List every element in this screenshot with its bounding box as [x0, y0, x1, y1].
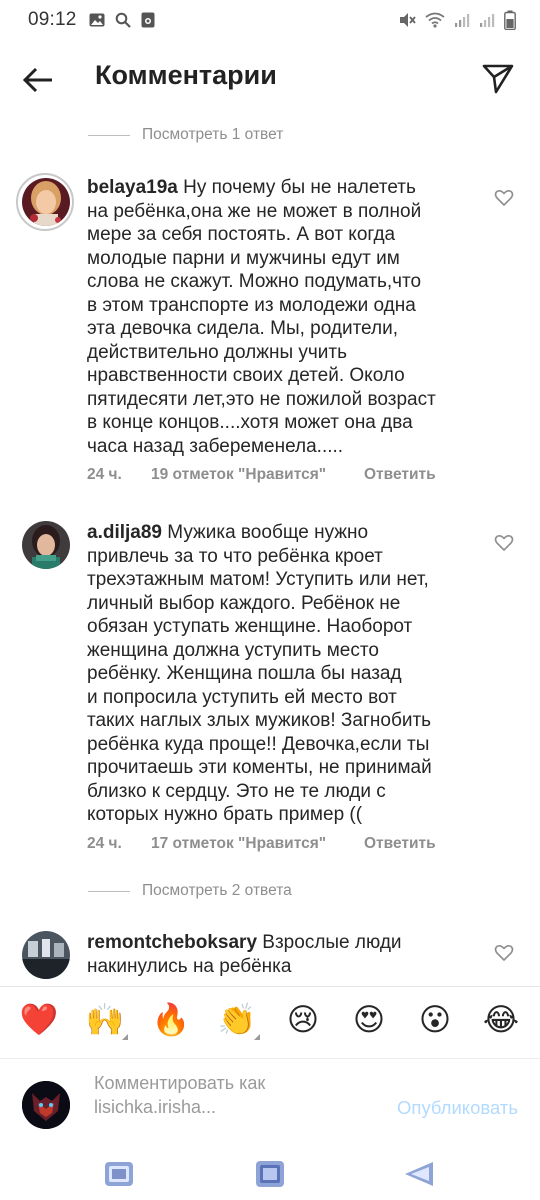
view-replies-label: Посмотреть 1 ответ	[142, 126, 284, 143]
emoji-surprised[interactable]: 😮	[410, 1002, 460, 1038]
emoji-laughing[interactable]: 😂	[476, 1002, 526, 1038]
mute-icon	[398, 12, 416, 28]
paper-plane-icon	[482, 64, 514, 94]
navigation-bar	[0, 1148, 540, 1200]
comment-content: Ну почему бы не налететь на ребёнка,она …	[87, 177, 436, 457]
status-bar: 09:12	[0, 0, 540, 40]
emoji-raised-hands[interactable]: 🙌	[80, 1001, 130, 1040]
back-button[interactable]	[18, 60, 58, 100]
reply-button[interactable]: Ответить	[364, 835, 436, 853]
comment-meta: 24 ч. 19 отметок "Нравится" Ответить	[87, 466, 436, 484]
status-time: 09:12	[28, 9, 77, 30]
gallery-icon	[89, 13, 105, 27]
view-replies-label: Посмотреть 2 ответа	[142, 882, 292, 899]
avatar[interactable]	[22, 178, 70, 226]
emoji-heart[interactable]: ❤️	[14, 1001, 64, 1038]
avatar[interactable]	[22, 521, 70, 569]
back-icon	[405, 1162, 433, 1186]
comment-username[interactable]: a.dilja89	[87, 522, 162, 543]
comment-likes[interactable]: 17 отметок "Нравится"	[151, 835, 364, 853]
emoji-heart-eyes[interactable]: 😍	[344, 1002, 394, 1038]
divider-line	[88, 890, 130, 892]
emoji-fire[interactable]: 🔥	[146, 1001, 196, 1038]
camera-icon	[141, 12, 155, 28]
emoji-crying[interactable]: 😢	[278, 1002, 328, 1038]
comment-likes[interactable]: 19 отметок "Нравится"	[151, 466, 364, 484]
my-avatar	[22, 1081, 70, 1129]
recent-apps-icon	[105, 1162, 133, 1186]
header: Комментарии	[0, 40, 540, 118]
comment-input[interactable]: Комментировать как lisichka.irisha...	[94, 1071, 354, 1119]
divider-line	[88, 134, 130, 136]
battery-icon	[504, 10, 516, 30]
emoji-bar: ❤️ 🙌 🔥 👏 😢 😍 😮 😂	[0, 986, 540, 1052]
heart-icon[interactable]	[494, 188, 514, 208]
wifi-icon	[425, 12, 445, 28]
comment-composer: Комментировать как lisichka.irisha... Оп…	[0, 1058, 540, 1148]
avatar[interactable]	[22, 931, 70, 979]
home-icon	[256, 1161, 284, 1187]
search-icon	[115, 12, 131, 28]
comment-username[interactable]: belaya19a	[87, 177, 178, 198]
comment-content: Мужика вообще нужно привлечь за то что р…	[87, 522, 432, 825]
back-nav-button[interactable]	[400, 1154, 440, 1194]
heart-icon[interactable]	[494, 533, 514, 553]
view-replies-link[interactable]: Посмотреть 2 ответа	[88, 882, 292, 900]
comment-item: remontcheboksary Взрослые люди накинулис…	[0, 925, 540, 980]
arrow-left-icon	[22, 67, 52, 93]
page-title: Комментарии	[95, 60, 277, 90]
comment-time: 24 ч.	[87, 466, 122, 483]
home-button[interactable]	[250, 1154, 290, 1194]
comment-meta: 24 ч. 17 отметок "Нравится" Ответить	[87, 835, 436, 853]
recent-apps-button[interactable]	[99, 1154, 139, 1194]
signal-icon-2	[479, 12, 495, 28]
signal-icon	[454, 12, 470, 28]
comment-text: a.dilja89 Мужика вообще нужно привлечь з…	[87, 521, 457, 827]
publish-button[interactable]: Опубликовать	[397, 1097, 518, 1119]
heart-icon[interactable]	[494, 943, 514, 963]
comment-text: belaya19a Ну почему бы не налететь на ре…	[87, 176, 457, 458]
reply-button[interactable]: Ответить	[364, 466, 436, 484]
comment-text: remontcheboksary Взрослые люди накинулис…	[87, 931, 457, 978]
view-replies-link[interactable]: Посмотреть 1 ответ	[88, 126, 283, 144]
comment-username[interactable]: remontcheboksary	[87, 932, 257, 953]
emoji-clapping[interactable]: 👏	[212, 1001, 262, 1040]
share-button[interactable]	[478, 58, 518, 98]
comment-time: 24 ч.	[87, 835, 122, 852]
